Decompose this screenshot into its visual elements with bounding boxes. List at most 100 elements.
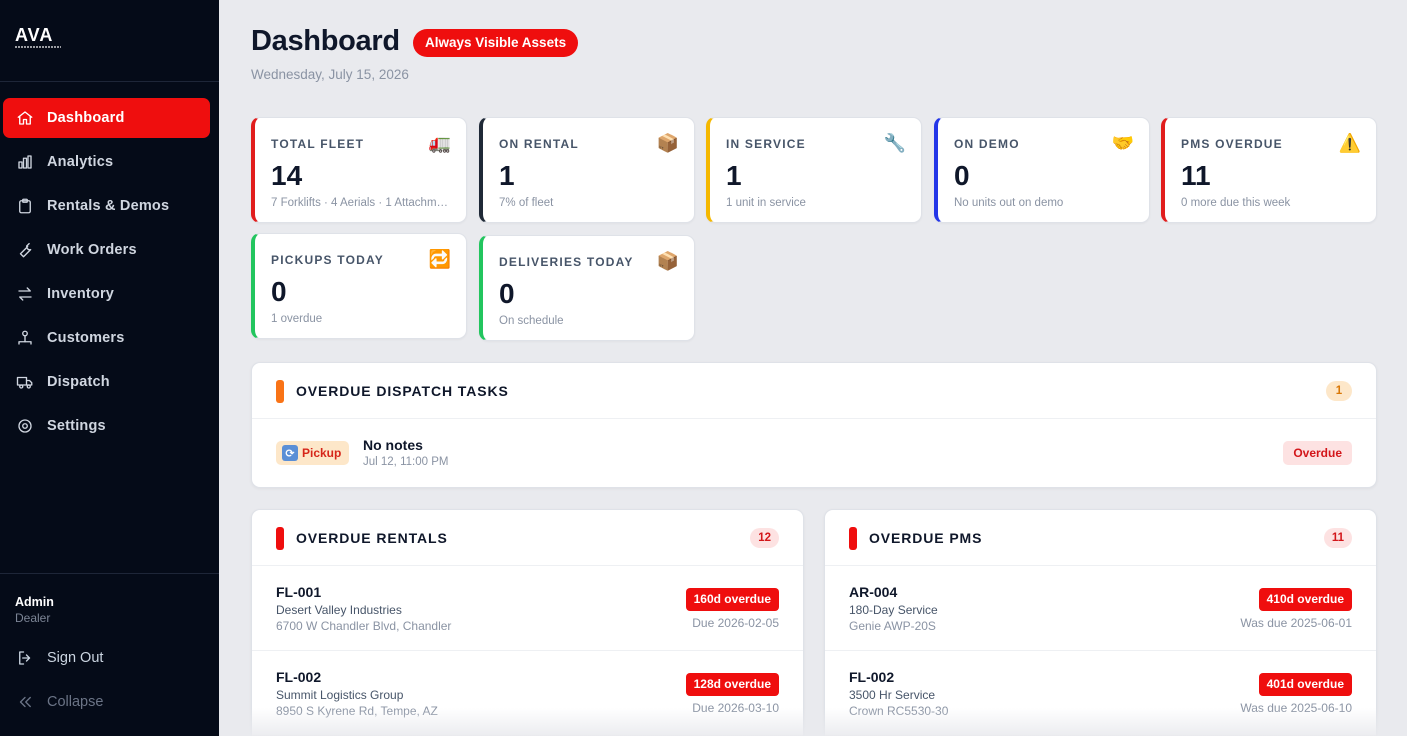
main-content: Dashboard Always Visible Assets Wednesda…	[219, 0, 1407, 736]
overdue-badge: 128d overdue	[685, 673, 779, 696]
customer-address: 8950 S Kyrene Rd, Tempe, AZ	[276, 704, 438, 718]
unit-id: AR-004	[849, 584, 898, 600]
stat-label: IN SERVICE	[726, 137, 806, 151]
sign-out-label: Sign Out	[47, 650, 104, 666]
stat-value: 1	[499, 160, 515, 191]
stat-label: ON DEMO	[954, 137, 1020, 151]
package-icon: 📦	[656, 251, 679, 271]
sidebar-item-work-orders[interactable]: Work Orders	[3, 230, 210, 270]
table-row[interactable]: FL-002 Summit Logistics Group 8950 S Kyr…	[252, 651, 803, 736]
overdue-rentals-card: OVERDUE RENTALS 12 FL-001 Desert Valley …	[251, 509, 804, 736]
user-name: Admin	[15, 595, 54, 609]
customer-name: Summit Logistics Group	[276, 688, 404, 702]
swap-arrows-icon	[15, 284, 35, 304]
sidebar-divider	[0, 573, 219, 574]
sidebar-item-dashboard[interactable]: Dashboard	[3, 98, 210, 138]
home-icon	[15, 108, 35, 128]
count-badge: 1	[1326, 381, 1352, 401]
equipment-model: Genie AWP-20S	[849, 619, 936, 633]
stat-card-pms-overdue[interactable]: PMS OVERDUE ⚠️ 11 0 more due this week	[1161, 117, 1377, 223]
users-network-icon	[15, 328, 35, 348]
card-title: OVERDUE DISPATCH TASKS	[296, 383, 509, 399]
sidebar-item-inventory[interactable]: Inventory	[3, 274, 210, 314]
sign-out-icon	[15, 648, 35, 668]
stat-card-on-demo[interactable]: ON DEMO 🤝 0 No units out on demo	[934, 117, 1150, 223]
task-type-label: Pickup	[302, 446, 342, 460]
stat-value: 11	[1181, 160, 1211, 191]
unit-id: FL-001	[276, 584, 322, 600]
sidebar-item-analytics[interactable]: Analytics	[3, 142, 210, 182]
handshake-icon: 🤝	[1111, 133, 1134, 153]
stat-card-pickups-today[interactable]: PICKUPS TODAY 🔁 0 1 overdue	[251, 233, 467, 339]
stat-card-total-fleet[interactable]: TOTAL FLEET 🚛 14 7 Forklifts · 4 Aerials…	[251, 117, 467, 223]
card-header: OVERDUE PMS 11	[825, 510, 1376, 566]
card-header: OVERDUE DISPATCH TASKS 1	[252, 363, 1376, 419]
sidebar-item-dispatch[interactable]: Dispatch	[3, 362, 210, 402]
sign-out-button[interactable]: Sign Out	[15, 648, 103, 668]
customer-name: Desert Valley Industries	[276, 603, 402, 617]
stat-subtext: No units out on demo	[954, 197, 1064, 209]
service-name: 180-Day Service	[849, 603, 938, 617]
clipboard-icon	[15, 196, 35, 216]
stat-subtext: 7 Forklifts · 4 Aerials · 1 Attachment	[271, 197, 449, 209]
sidebar-item-label: Dashboard	[47, 110, 125, 126]
sidebar-item-label: Settings	[47, 418, 106, 434]
sidebar-divider	[0, 81, 219, 82]
stat-label: DELIVERIES TODAY	[499, 255, 634, 269]
card-title: OVERDUE RENTALS	[296, 530, 448, 546]
sidebar-nav: Dashboard Analytics Rentals & Demos Work…	[3, 98, 210, 450]
always-visible-assets-badge[interactable]: Always Visible Assets	[413, 29, 579, 57]
stat-label: PICKUPS TODAY	[271, 253, 384, 267]
stat-subtext: 1 unit in service	[726, 197, 806, 209]
stat-card-on-rental[interactable]: ON RENTAL 📦 1 7% of fleet	[479, 117, 695, 223]
table-row[interactable]: FL-002 3500 Hr Service Crown RC5530-30 4…	[825, 651, 1376, 736]
user-role: Dealer	[15, 611, 51, 625]
overdue-badge: 410d overdue	[1258, 588, 1352, 611]
unit-id: FL-002	[849, 669, 895, 685]
due-date: Was due 2025-06-10	[1240, 701, 1352, 715]
sidebar-item-label: Work Orders	[47, 242, 137, 258]
stat-card-in-service[interactable]: IN SERVICE 🔧 1 1 unit in service	[706, 117, 922, 223]
due-date: Due 2026-03-10	[692, 701, 779, 715]
accent-bar	[276, 527, 284, 550]
stat-value: 0	[499, 278, 515, 309]
equipment-model: Crown RC5530-30	[849, 704, 949, 718]
stat-label: TOTAL FLEET	[271, 137, 365, 151]
warning-icon: ⚠️	[1338, 133, 1361, 153]
repeat-icon: 🔁	[428, 249, 451, 269]
stat-subtext: 7% of fleet	[499, 197, 554, 209]
wrench-icon	[15, 240, 35, 260]
overdue-badge: 160d overdue	[685, 588, 779, 611]
page-title: Dashboard	[251, 25, 400, 57]
page-date: Wednesday, July 15, 2026	[251, 67, 409, 82]
overdue-dispatch-card: OVERDUE DISPATCH TASKS 1 ⟳ Pickup No not…	[251, 362, 1377, 488]
truck-icon	[15, 372, 35, 392]
sidebar-item-label: Analytics	[47, 154, 114, 170]
sidebar-item-rentals-demos[interactable]: Rentals & Demos	[3, 186, 210, 226]
stat-subtext: 1 overdue	[271, 313, 323, 325]
sidebar-item-customers[interactable]: Customers	[3, 318, 210, 358]
stat-value: 0	[954, 160, 970, 191]
sidebar-item-label: Inventory	[47, 286, 115, 302]
stat-subtext: 0 more due this week	[1181, 197, 1291, 209]
sidebar-item-settings[interactable]: Settings	[3, 406, 210, 446]
logo[interactable]: AVA	[15, 26, 75, 50]
table-row[interactable]: FL-001 Desert Valley Industries 6700 W C…	[252, 566, 803, 651]
stat-card-deliveries-today[interactable]: DELIVERIES TODAY 📦 0 On schedule	[479, 235, 695, 341]
task-type-chip: ⟳ Pickup	[276, 441, 350, 465]
dispatch-task-row[interactable]: ⟳ Pickup No notes Jul 12, 11:00 PM Overd…	[252, 419, 1376, 487]
logo-text: AVA	[15, 25, 54, 45]
bar-chart-icon	[15, 152, 35, 172]
double-chevron-left-icon	[15, 692, 35, 712]
collapse-button[interactable]: Collapse	[15, 692, 103, 712]
stat-label: ON RENTAL	[499, 137, 579, 151]
truck-icon: 🚛	[428, 133, 451, 153]
accent-bar	[276, 380, 284, 403]
status-badge: Overdue	[1283, 441, 1352, 465]
overdue-badge: 401d overdue	[1258, 673, 1352, 696]
sidebar-item-label: Rentals & Demos	[47, 198, 170, 214]
count-badge: 11	[1323, 528, 1352, 548]
stat-value: 1	[726, 160, 742, 191]
stat-value: 14	[271, 160, 303, 191]
table-row[interactable]: AR-004 180-Day Service Genie AWP-20S 410…	[825, 566, 1376, 651]
